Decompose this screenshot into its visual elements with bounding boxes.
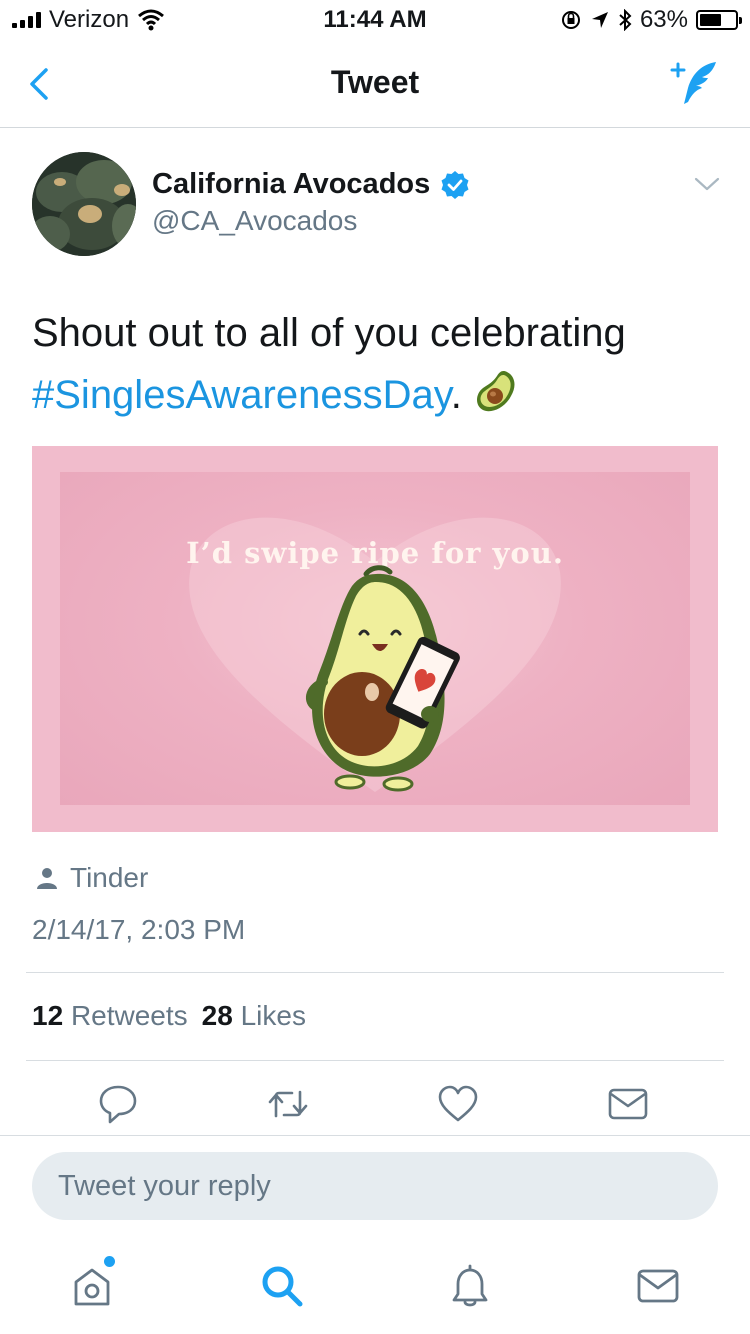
like-heart-icon[interactable]	[436, 1082, 480, 1126]
retweets-count: 12	[32, 1000, 64, 1031]
avocado-avatar-image	[32, 152, 136, 256]
battery-level	[700, 14, 722, 26]
author-handle[interactable]: @CA_Avocados	[152, 205, 357, 237]
tweet-media-image[interactable]: I’d swipe ripe for you.	[32, 446, 718, 832]
tweet-text-punctuation: .	[450, 373, 473, 417]
tweet-text-intro: Shout out to all of you celebrating	[32, 311, 626, 355]
tweet-timestamp: 2/14/17, 2:03 PM	[32, 914, 246, 945]
navigation-bar: Tweet	[0, 40, 750, 128]
divider	[0, 1135, 750, 1136]
compose-tweet-icon[interactable]	[666, 58, 722, 110]
search-icon[interactable]	[258, 1262, 306, 1310]
reply-placeholder: Tweet your reply	[58, 1169, 271, 1202]
share-via-message-icon[interactable]	[606, 1082, 650, 1126]
new-content-dot	[104, 1256, 115, 1267]
battery-icon	[696, 10, 742, 30]
reply-input[interactable]: Tweet your reply	[32, 1152, 718, 1220]
battery-percent: 63%	[639, 6, 688, 33]
divider	[26, 1060, 724, 1061]
avatar[interactable]	[32, 152, 136, 256]
home-icon[interactable]	[68, 1262, 116, 1310]
person-icon	[37, 868, 57, 889]
verified-badge-icon	[441, 170, 469, 199]
chevron-down-icon[interactable]	[694, 174, 720, 194]
divider	[26, 972, 724, 973]
tweet-text: Shout out to all of you celebrating #Sin…	[32, 302, 722, 426]
tab-bar	[0, 1250, 750, 1320]
reply-icon[interactable]	[96, 1082, 140, 1126]
tweet-source: Tinder	[36, 862, 148, 894]
hashtag-link[interactable]: #SinglesAwarenessDay	[32, 373, 451, 417]
retweets-label: Retweets	[70, 1000, 188, 1031]
author-name[interactable]: California Avocados	[152, 168, 430, 201]
source-label: Tinder	[70, 862, 149, 893]
location-icon	[591, 12, 608, 28]
bluetooth-icon	[619, 9, 632, 31]
orientation-lock-icon	[561, 11, 580, 29]
avocado-emoji-icon	[476, 371, 515, 412]
likes-count: 28	[201, 1000, 233, 1031]
notifications-icon[interactable]	[446, 1262, 494, 1310]
tweet-actions	[0, 1082, 750, 1126]
retweet-icon[interactable]	[266, 1082, 310, 1126]
tweet-stats: 12 Retweets 28 Likes	[32, 1000, 306, 1032]
retweets-stat[interactable]: 12 Retweets	[32, 1000, 188, 1032]
likes-label: Likes	[240, 1000, 306, 1031]
status-bar: Verizon 11:44 AM 63%	[0, 0, 750, 40]
author-name-row[interactable]: California Avocados	[152, 168, 470, 201]
likes-stat[interactable]: 28 Likes	[202, 1000, 306, 1032]
media-card: I’d swipe ripe for you.	[60, 472, 690, 805]
avocado-character-illustration	[305, 565, 460, 792]
page-title: Tweet	[330, 64, 420, 100]
messages-icon[interactable]	[634, 1262, 682, 1310]
